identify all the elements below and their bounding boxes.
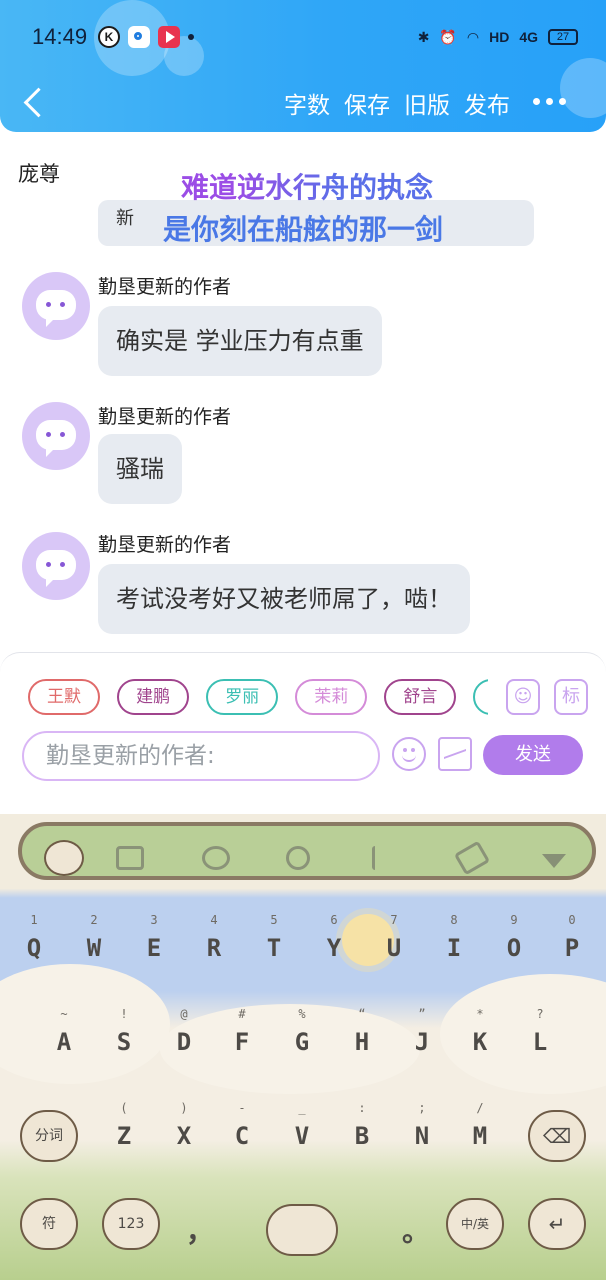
wifi-icon: ◠	[466, 28, 480, 45]
status-time: 14:49	[32, 24, 88, 49]
key-s[interactable]: ! S	[96, 1006, 152, 1070]
key-c[interactable]: -C	[214, 1100, 270, 1164]
key-m[interactable]: / M	[452, 1100, 508, 1164]
emoji-icon[interactable]	[392, 737, 426, 771]
number-key[interactable]: 123	[102, 1198, 160, 1250]
save-button[interactable]: 保存	[344, 86, 390, 120]
key-q[interactable]: 1Q	[6, 912, 62, 976]
chat-bubble-icon	[36, 550, 76, 587]
chat-bubble-icon	[36, 290, 76, 327]
enter-icon[interactable]: ↵	[528, 1198, 586, 1250]
avatar[interactable]	[22, 532, 90, 600]
keyboard: 1Q 2W 3E 4R 5T 6Y 7U 8I 9O 0P ~ A ! S @ D #…	[0, 814, 606, 1280]
nav-actions: 字数 保存 旧版 发布	[284, 86, 510, 120]
key-u[interactable]: 7U	[366, 912, 422, 976]
key-a[interactable]: ~ A	[36, 1006, 92, 1070]
image-icon[interactable]	[438, 737, 472, 771]
period-key[interactable]: 。	[402, 1210, 430, 1250]
sender-name: 勤垦更新的作者	[98, 276, 232, 298]
emoji-icon[interactable]	[202, 846, 230, 870]
character-chip[interactable]: 茉莉	[295, 679, 368, 715]
play-app-icon	[158, 26, 180, 48]
sender-name: 勤垦更新的作者	[98, 534, 232, 556]
chat-area[interactable]: 庞尊 新 难道逆水行舟的执念 是你刻在船舷的那一剑 勤垦更新的作者 确实是 学业…	[0, 132, 606, 652]
avatar[interactable]	[22, 272, 90, 340]
more-icon[interactable]	[533, 98, 566, 105]
search-icon[interactable]	[286, 846, 310, 870]
back-icon[interactable]	[20, 84, 50, 120]
message-bubble[interactable]: 骚瑞	[98, 434, 182, 504]
key-i[interactable]: 8I	[426, 912, 482, 976]
lyric-overlay-line2: 是你刻在船舷的那一剑	[162, 213, 443, 246]
key-e[interactable]: 3E	[126, 912, 182, 976]
backspace-icon[interactable]: ⌫	[528, 1110, 586, 1162]
collapse-icon[interactable]	[542, 854, 566, 868]
symbol-key[interactable]: 符	[20, 1198, 78, 1250]
send-button[interactable]: 发送	[483, 735, 583, 775]
key-v[interactable]: _ V	[274, 1100, 330, 1164]
screen: 14:49 K ✱ ⏰ ◠ HD 4G 27 字数 保存 旧版 发布 新 难道逆…	[0, 0, 606, 1280]
character-chips[interactable]: 王默 建鹏 罗丽 茉莉 舒言 辛	[28, 679, 488, 719]
key-n[interactable]: ; N	[394, 1100, 450, 1164]
status-right: ✱ ⏰ ◠ HD 4G 27	[418, 26, 578, 48]
lyric-overlay-line1: 难道逆水行舟的执念	[4, 166, 606, 206]
old-version-button[interactable]: 旧版	[404, 86, 450, 120]
key-y[interactable]: 6Y	[306, 912, 362, 976]
character-chip[interactable]: 建鹏	[117, 679, 190, 715]
key-t[interactable]: 5T	[246, 912, 302, 976]
key-l[interactable]: ? L	[512, 1006, 568, 1070]
avatar[interactable]	[22, 402, 90, 470]
key-p[interactable]: 0P	[544, 912, 600, 976]
nav-bar: 字数 保存 旧版 发布	[0, 76, 606, 132]
keyboard-icon[interactable]	[116, 846, 144, 870]
key-w[interactable]: 2W	[66, 912, 122, 976]
hd-badge: HD	[489, 29, 510, 45]
key-h[interactable]: “H	[334, 1006, 390, 1070]
clipboard-icon[interactable]	[453, 840, 491, 876]
language-switch-key[interactable]: 中/英	[446, 1198, 504, 1250]
character-chip[interactable]: 罗丽	[206, 679, 279, 715]
publish-button[interactable]: 发布	[464, 86, 510, 120]
battery-icon: 27	[548, 29, 578, 45]
tag-button[interactable]: 标	[554, 679, 588, 715]
character-manage-icon[interactable]: ☺	[506, 679, 540, 715]
character-chip[interactable]: 舒言	[384, 679, 457, 715]
k-app-icon: K	[98, 26, 120, 48]
message-bubble[interactable]: 确实是 学业压力有点重	[98, 306, 382, 376]
input-panel: 王默 建鹏 罗丽 茉莉 舒言 辛 ☺ 标 勤垦更新的作者: 发送	[0, 652, 606, 814]
key-d[interactable]: @ D	[156, 1006, 212, 1070]
key-k[interactable]: * K	[452, 1006, 508, 1070]
message-input[interactable]: 勤垦更新的作者:	[22, 731, 380, 781]
notification-dot-icon	[188, 34, 194, 40]
word-count-button[interactable]: 字数	[284, 86, 330, 120]
bluetooth-icon: ✱	[417, 28, 430, 45]
space-key[interactable]	[266, 1204, 338, 1256]
cursor-icon[interactable]	[372, 846, 378, 870]
cat-logo-icon[interactable]	[44, 840, 84, 876]
key-z[interactable]: (Z	[96, 1100, 152, 1164]
character-chip[interactable]: 辛	[473, 679, 488, 715]
app-header: 14:49 K ✱ ⏰ ◠ HD 4G 27 字数 保存 旧版 发布	[0, 0, 606, 132]
o-app-icon	[128, 26, 150, 48]
network-label: 4G	[519, 29, 538, 45]
comma-key[interactable]: ，	[186, 1210, 214, 1250]
key-o[interactable]: 9O	[486, 912, 542, 976]
sender-name: 勤垦更新的作者	[98, 406, 232, 428]
character-chip[interactable]: 王默	[28, 679, 100, 715]
key-r[interactable]: 4R	[186, 912, 242, 976]
segment-key[interactable]: 分词	[20, 1110, 78, 1162]
keyboard-toolbar	[18, 822, 596, 880]
alarm-icon: ⏰	[439, 28, 457, 45]
key-j[interactable]: ” J	[394, 1006, 450, 1070]
status-bar: 14:49 K ✱ ⏰ ◠ HD 4G 27	[0, 0, 606, 76]
key-f[interactable]: # F	[214, 1006, 270, 1070]
key-x[interactable]: ) X	[156, 1100, 212, 1164]
chat-bubble-icon	[36, 420, 76, 457]
message-bubble[interactable]: 考试没考好又被老师屌了，啮！	[98, 564, 470, 634]
key-g[interactable]: % G	[274, 1006, 330, 1070]
key-b[interactable]: :B	[334, 1100, 390, 1164]
